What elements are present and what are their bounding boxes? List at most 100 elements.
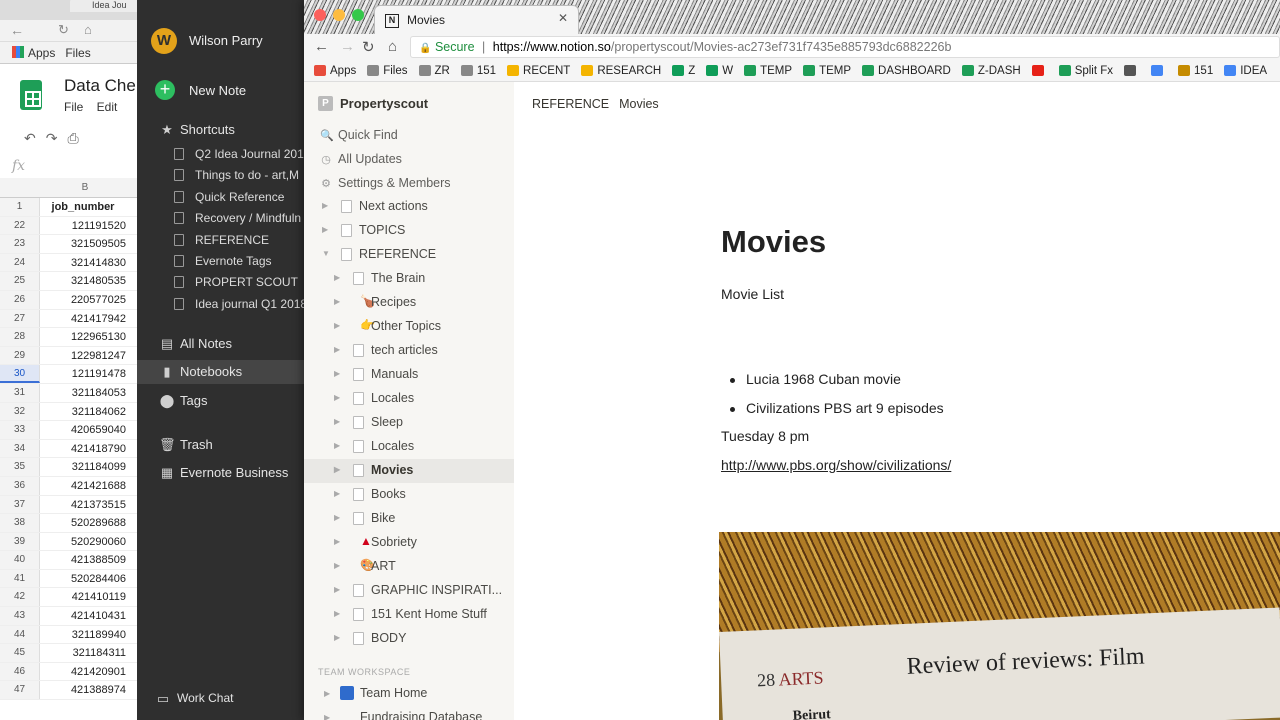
sidebar-page-item[interactable]: ▶ TOPICS (304, 219, 514, 243)
sidebar-page-item[interactable]: ▶ Sleep (304, 411, 514, 435)
all-updates-button[interactable]: ◷ All Updates (320, 152, 402, 166)
bookmark[interactable]: TEMP (803, 65, 851, 77)
expand-arrow-icon[interactable]: ▶ (324, 713, 330, 720)
list-item[interactable]: Civilizations PBS art 9 episodes (727, 400, 944, 416)
sidebar-page-item[interactable]: ▶ Movies (304, 459, 514, 483)
row-number[interactable]: 22 (0, 216, 40, 235)
sheet-bookmarks-label[interactable]: Apps Files (28, 46, 91, 60)
bookmark[interactable]: Z (672, 65, 695, 77)
table-cell[interactable]: 421388509 (40, 551, 128, 569)
page-subtitle[interactable]: Movie List (721, 286, 784, 302)
shortcut-item[interactable]: REFERENCE (137, 230, 305, 251)
bookmark[interactable]: Files (367, 65, 408, 77)
table-cell[interactable]: 421388974 (40, 681, 128, 699)
tags-item[interactable]: ⬤ Tags (137, 389, 305, 413)
row-number[interactable]: 28 (0, 328, 40, 346)
table-cell[interactable]: 321509505 (40, 235, 128, 253)
row-number[interactable]: 42 (0, 588, 40, 607)
shortcut-item[interactable]: Recovery / Mindfuln (137, 208, 305, 229)
table-cell[interactable]: 520290060 (40, 533, 128, 551)
bookmark[interactable] (1031, 65, 1048, 76)
trash-item[interactable]: 🗑 Trash (137, 433, 305, 457)
new-note-plus-icon[interactable]: + (155, 80, 175, 100)
row-number[interactable]: 25 (0, 272, 40, 290)
expand-arrow-icon[interactable]: ▶ (334, 585, 340, 594)
work-chat-item[interactable]: ▭ Work Chat (137, 687, 305, 711)
bookmark[interactable]: W (706, 65, 733, 77)
bookmark[interactable]: IDEA (1224, 65, 1267, 77)
row-number[interactable]: 31 (0, 383, 40, 402)
breadcrumb-movies[interactable]: Movies (619, 97, 659, 111)
sidebar-page-item[interactable]: ▼ REFERENCE (304, 243, 514, 267)
expand-arrow-icon[interactable]: ▶ (334, 297, 340, 306)
bookmark[interactable]: TEMP (744, 65, 792, 77)
sidebar-page-item[interactable]: ▶ Books (304, 483, 514, 507)
notebooks-item[interactable]: ▮ Notebooks (137, 360, 305, 384)
sidebar-page-item[interactable]: ▶ Bike (304, 507, 514, 531)
row-number[interactable]: 38 (0, 514, 40, 532)
bookmark[interactable]: RECENT (507, 65, 570, 77)
fundraising-database-page[interactable]: Fundraising Database (360, 710, 482, 720)
expand-arrow-icon[interactable]: ▶ (334, 393, 340, 402)
table-cell[interactable]: 421421688 (40, 477, 128, 495)
bookmark[interactable] (1151, 65, 1167, 76)
bookmark[interactable]: DASHBOARD (862, 65, 951, 77)
sheet-browser-tab[interactable]: Idea Jou (70, 0, 140, 12)
expand-arrow-icon[interactable]: ▼ (322, 249, 330, 258)
expand-arrow-icon[interactable]: ▶ (334, 537, 340, 546)
sidebar-page-item[interactable]: ▶ 🎨 ART (304, 555, 514, 579)
row-number[interactable]: 47 (0, 681, 40, 700)
table-cell[interactable]: 121191520 (40, 217, 128, 235)
evernote-business-item[interactable]: ▦ Evernote Business (137, 461, 305, 485)
maximize-window-icon[interactable] (352, 9, 364, 21)
back-icon[interactable]: ← (314, 38, 329, 55)
sidebar-page-item[interactable]: ▶ ▲ Sobriety (304, 531, 514, 555)
sidebar-page-item[interactable]: ▶ Next actions (304, 195, 514, 219)
row-number[interactable]: 23 (0, 235, 40, 253)
table-cell[interactable]: 321184062 (40, 403, 128, 421)
minimize-window-icon[interactable] (333, 9, 345, 21)
close-tab-icon[interactable]: ✕ (558, 11, 568, 25)
sidebar-page-item[interactable]: ▶ 151 Kent Home Stuff (304, 603, 514, 627)
row-number[interactable]: 33 (0, 421, 40, 439)
shortcuts-item[interactable]: ★ Shortcuts (137, 118, 305, 142)
table-cell[interactable]: 321184053 (40, 384, 128, 402)
bookmark[interactable] (1124, 65, 1140, 76)
row-number[interactable]: 37 (0, 495, 40, 514)
table-cell[interactable]: 122965130 (40, 328, 128, 346)
expand-arrow-icon[interactable]: ▶ (334, 633, 340, 642)
row-number[interactable]: 35 (0, 458, 40, 476)
sidebar-page-item[interactable]: ▶ Locales (304, 435, 514, 459)
table-cell[interactable]: 321184311 (40, 644, 128, 662)
table-cell[interactable]: 421373515 (40, 496, 128, 514)
row-number[interactable]: 40 (0, 551, 40, 569)
list-item[interactable]: Lucia 1968 Cuban movie (727, 371, 901, 387)
column-header-b[interactable]: B (40, 178, 130, 198)
expand-arrow-icon[interactable]: ▶ (334, 609, 340, 618)
table-cell[interactable]: 520289688 (40, 514, 128, 532)
row-number[interactable]: 29 (0, 346, 40, 365)
row-number[interactable]: 41 (0, 569, 40, 588)
forward-icon[interactable]: → (340, 38, 355, 55)
bookmark[interactable]: Apps (314, 65, 356, 77)
new-note-button[interactable]: New Note (189, 83, 246, 98)
table-cell[interactable]: job_number (40, 198, 128, 216)
expand-arrow-icon[interactable]: ▶ (334, 369, 340, 378)
table-cell[interactable]: 321414830 (40, 254, 128, 272)
expand-arrow-icon[interactable]: ▶ (334, 441, 340, 450)
row-number[interactable]: 24 (0, 253, 40, 272)
expand-arrow-icon[interactable]: ▶ (334, 417, 340, 426)
row-number[interactable]: 32 (0, 402, 40, 421)
expand-arrow-icon[interactable]: ▶ (334, 321, 340, 330)
table-cell[interactable]: 421417942 (40, 310, 128, 328)
row-number[interactable]: 34 (0, 439, 40, 458)
sidebar-page-item[interactable]: ▶ 🍗 Recipes (304, 291, 514, 315)
bookmark[interactable]: 151 (1178, 65, 1213, 77)
reload-icon[interactable]: ↻ (362, 38, 375, 56)
sidebar-page-item[interactable]: ▶ GRAPHIC INSPIRATI... (304, 579, 514, 603)
shortcut-item[interactable]: Idea journal Q1 2018 (137, 294, 305, 315)
bookmark[interactable]: 151 (460, 65, 496, 77)
workspace-switcher[interactable]: Propertyscout (340, 96, 428, 111)
shortcut-item[interactable]: Quick Reference (137, 187, 305, 208)
expand-arrow-icon[interactable]: ▶ (334, 513, 340, 522)
